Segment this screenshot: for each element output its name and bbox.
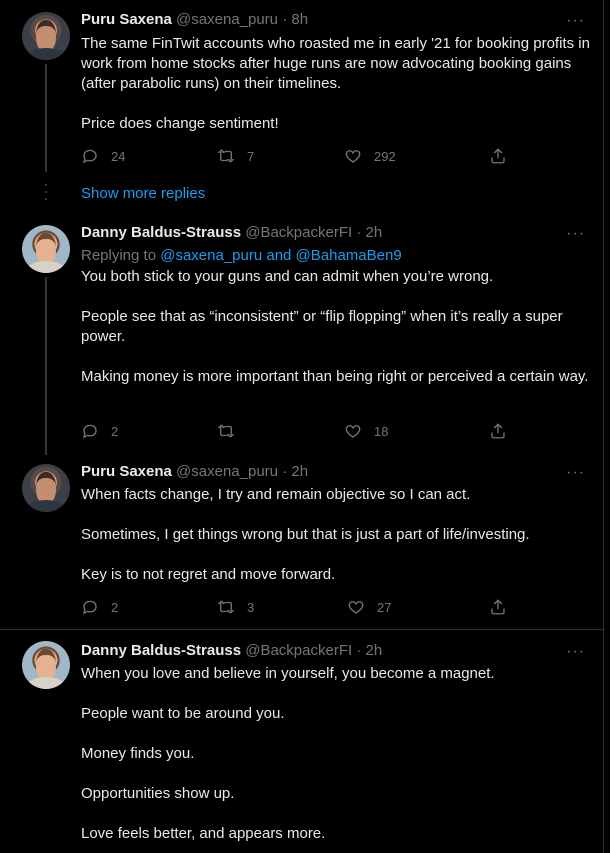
reply-button[interactable]: 24: [81, 146, 125, 166]
thread-line: [45, 277, 47, 455]
separator-dot: ·: [282, 463, 288, 480]
retweet-icon: [217, 424, 235, 438]
tweet-3[interactable]: Puru Saxena @saxena_puru · 2h ··· When f…: [0, 455, 604, 628]
tweet-text: You both stick to your guns and can admi…: [81, 267, 591, 387]
avatar-shirt: [26, 261, 66, 273]
separator-dot: ·: [282, 11, 288, 28]
timestamp[interactable]: 2h: [366, 224, 383, 241]
avatar[interactable]: [22, 12, 70, 60]
retweet-icon: [217, 149, 235, 163]
avatar-shirt: [26, 500, 66, 512]
retweet-count: 3: [247, 599, 255, 615]
like-count: 27: [377, 599, 392, 615]
like-count: 18: [374, 423, 389, 439]
avatar-shirt: [26, 677, 66, 689]
retweet-button[interactable]: 3: [217, 597, 254, 617]
tweet-paragraph: The same FinTwit accounts who roasted me…: [81, 35, 590, 92]
more-options-icon[interactable]: ···: [566, 644, 585, 660]
replying-to-prefix: Replying to: [81, 247, 157, 264]
tweet-text: The same FinTwit accounts who roasted me…: [81, 34, 591, 134]
reply-button[interactable]: 2: [81, 597, 118, 617]
tweet-paragraph: You both stick to your guns and can admi…: [81, 268, 494, 285]
retweet-icon: [217, 600, 235, 614]
tweet-header: Danny Baldus-Strauss @BackpackerFI · 2h: [81, 223, 382, 243]
like-button[interactable]: 27: [347, 597, 391, 617]
reply-count: 24: [111, 148, 126, 164]
display-name[interactable]: Danny Baldus-Strauss: [81, 642, 241, 659]
retweet-count: 7: [247, 148, 255, 164]
tweet-paragraph: Key is to not regret and move forward.: [81, 566, 336, 583]
reply-count: 2: [111, 423, 119, 439]
reply-icon: [82, 424, 97, 439]
user-handle[interactable]: @saxena_puru: [176, 463, 278, 480]
user-handle[interactable]: @saxena_puru: [176, 11, 278, 28]
tweet-paragraph: Love feels better, and appears more.: [81, 825, 326, 842]
conversation-timeline: Puru Saxena @saxena_puru · 8h ··· The sa…: [0, 0, 604, 853]
tweet-paragraph: Money finds you.: [81, 745, 195, 762]
tweet-header: Puru Saxena @saxena_puru · 8h: [81, 10, 308, 30]
reply-count: 2: [111, 599, 119, 615]
thread-gap-dots: [45, 184, 47, 206]
reply-button[interactable]: 2: [81, 421, 118, 441]
replying-to-handles[interactable]: @saxena_puru and @BahamaBen9: [160, 247, 401, 264]
separator-dot: ·: [356, 224, 362, 241]
heart-icon: [345, 150, 361, 163]
tweet-paragraph: Opportunities show up.: [81, 785, 235, 802]
tweet-header: Danny Baldus-Strauss @BackpackerFI · 2h: [81, 641, 382, 661]
more-options-icon[interactable]: ···: [566, 13, 585, 29]
heart-icon: [345, 425, 361, 438]
avatar[interactable]: [22, 464, 70, 512]
tweet-paragraph: When you love and believe in yourself, y…: [81, 665, 495, 682]
tweet-header: Puru Saxena @saxena_puru · 2h: [81, 462, 308, 482]
display-name[interactable]: Puru Saxena: [81, 463, 172, 480]
separator-dot: ·: [356, 642, 362, 659]
more-options-icon[interactable]: ···: [566, 226, 585, 242]
tweet-1[interactable]: Puru Saxena @saxena_puru · 8h ··· The sa…: [0, 0, 604, 175]
like-button[interactable]: 292: [344, 146, 396, 166]
tweet-text: When you love and believe in yourself, y…: [81, 664, 591, 844]
tweet-2[interactable]: Danny Baldus-Strauss @BackpackerFI · 2h …: [0, 215, 604, 455]
tweet-paragraph: People want to be around you.: [81, 705, 285, 722]
tweet-paragraph: Making money is more important than bein…: [81, 368, 589, 385]
user-handle[interactable]: @BackpackerFI: [245, 642, 352, 659]
retweet-button[interactable]: 7: [217, 146, 254, 166]
share-icon: [491, 599, 505, 615]
share-button[interactable]: [489, 146, 519, 166]
replying-to: Replying to @saxena_puru and @BahamaBen9: [81, 246, 402, 266]
avatar-shirt: [26, 48, 66, 60]
timestamp[interactable]: 2h: [366, 642, 383, 659]
tweet-actions: 2 18: [81, 421, 511, 441]
heart-icon: [348, 601, 364, 614]
like-button[interactable]: 18: [344, 421, 388, 441]
reply-icon: [82, 149, 97, 164]
share-icon: [491, 148, 505, 164]
retweet-button[interactable]: [217, 421, 247, 441]
user-handle[interactable]: @BackpackerFI: [245, 224, 352, 241]
reply-icon: [82, 600, 97, 615]
thread-line: [45, 64, 47, 172]
share-button[interactable]: [489, 421, 519, 441]
share-icon: [491, 423, 505, 439]
like-count: 292: [374, 148, 396, 164]
timestamp[interactable]: 2h: [291, 463, 308, 480]
display-name[interactable]: Danny Baldus-Strauss: [81, 224, 241, 241]
avatar[interactable]: [22, 641, 70, 689]
tweet-paragraph: When facts change, I try and remain obje…: [81, 486, 471, 503]
more-options-icon[interactable]: ···: [566, 465, 585, 481]
tweet-paragraph: Price does change sentiment!: [81, 115, 279, 132]
avatar[interactable]: [22, 225, 70, 273]
tweet-4[interactable]: Danny Baldus-Strauss @BackpackerFI · 2h …: [0, 630, 604, 853]
tweet-actions: 24 7 292: [81, 146, 511, 166]
show-more-replies-link[interactable]: Show more replies: [81, 184, 205, 204]
tweet-paragraph: Sometimes, I get things wrong but that i…: [81, 526, 530, 543]
tweet-paragraph: People see that as “inconsistent” or “fl…: [81, 308, 563, 345]
share-button[interactable]: [489, 597, 519, 617]
tweet-text: When facts change, I try and remain obje…: [81, 485, 591, 585]
tweet-actions: 2 3 27: [81, 597, 511, 617]
display-name[interactable]: Puru Saxena: [81, 11, 172, 28]
timestamp[interactable]: 8h: [291, 11, 308, 28]
